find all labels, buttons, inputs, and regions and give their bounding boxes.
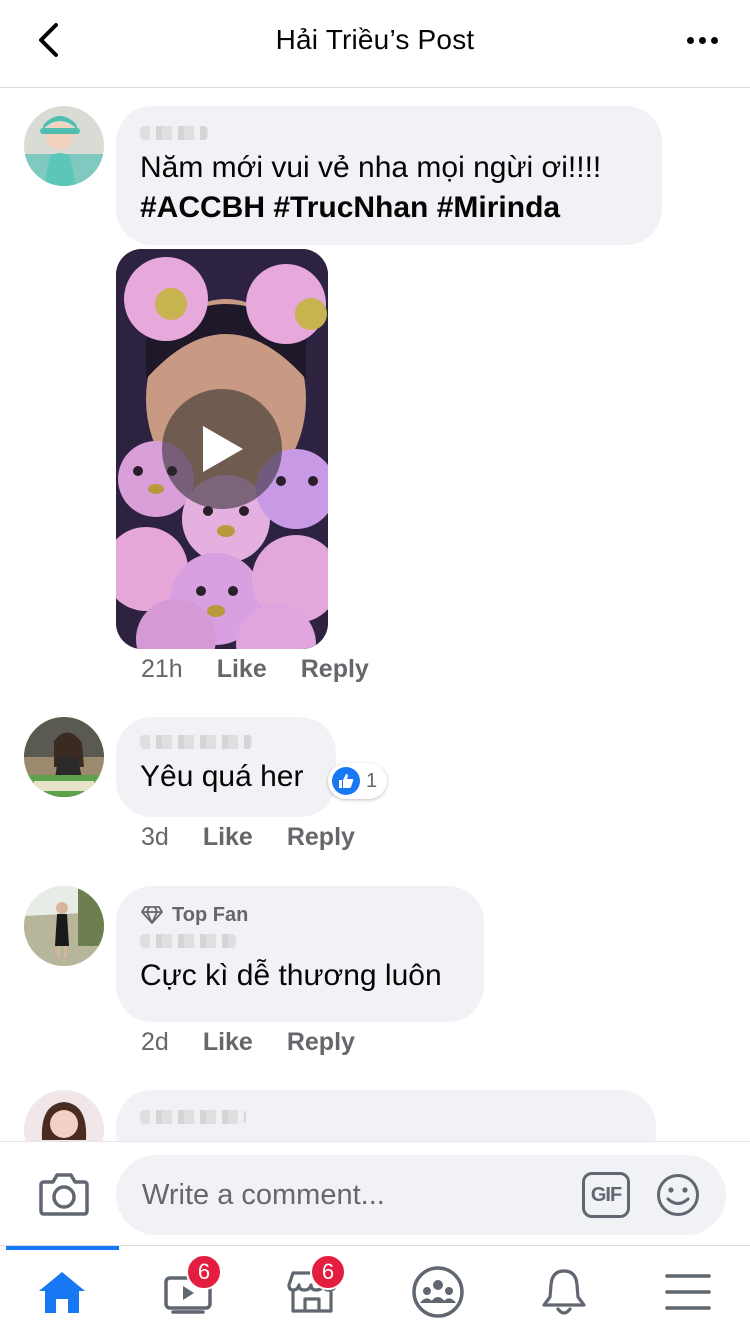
comment-actions: 3d Like Reply <box>141 823 355 852</box>
menu-icon <box>665 1274 711 1310</box>
tab-groups[interactable] <box>408 1262 468 1322</box>
reaction-summary[interactable]: 1 <box>328 763 388 799</box>
more-icon-dot <box>710 36 718 44</box>
top-fan-label: Top Fan <box>172 903 249 926</box>
post-header: Hải Triều’s Post <box>0 0 750 88</box>
diamond-icon <box>141 906 163 924</box>
comment-bubble: Yêu quá her <box>116 717 336 817</box>
top-fan-badge: Top Fan <box>140 902 460 928</box>
like-link[interactable]: Like <box>203 1028 253 1057</box>
watch-notification-badge: 6 <box>186 1254 222 1290</box>
bell-icon <box>542 1269 586 1315</box>
sticker-button[interactable] <box>656 1173 700 1217</box>
gif-icon: GIF <box>590 1183 622 1206</box>
comment-bubble: Top Fan Cực kì dễ thương luôn <box>116 886 484 1022</box>
tab-home[interactable] <box>32 1262 92 1322</box>
like-link[interactable]: Like <box>203 823 253 852</box>
comment-text: Cực kì dễ thương luôn <box>140 959 442 992</box>
comment-author-redacted <box>140 1110 632 1132</box>
play-icon <box>203 426 243 472</box>
comment-time: 3d <box>141 823 169 851</box>
comment-time: 21h <box>141 655 183 683</box>
avatar[interactable] <box>24 886 104 966</box>
tab-notifications[interactable] <box>534 1262 594 1322</box>
camera-button[interactable] <box>38 1170 90 1218</box>
play-button[interactable] <box>162 389 282 509</box>
comment-author-redacted <box>140 735 312 757</box>
reply-link[interactable]: Reply <box>287 823 355 852</box>
comment-video[interactable] <box>116 249 328 649</box>
active-tab-indicator <box>6 1246 119 1250</box>
groups-icon <box>412 1266 464 1318</box>
comment-bubble <box>116 1090 656 1141</box>
avatar[interactable] <box>24 717 104 797</box>
reaction-count: 1 <box>366 769 378 792</box>
comment-author-redacted <box>140 934 460 956</box>
avatar[interactable] <box>24 1090 104 1141</box>
tab-menu[interactable] <box>658 1262 718 1322</box>
comment-bubble: Năm mới vui vẻ nha mọi ngừi ơi!!!! #ACCB… <box>116 106 662 245</box>
comment-hashtags[interactable]: #ACCBH #TrucNhan #Mirinda <box>140 188 638 228</box>
more-icon-dot <box>698 36 706 44</box>
camera-icon <box>39 1173 89 1216</box>
home-icon <box>39 1272 85 1313</box>
page-title: Hải Triều’s Post <box>275 24 475 55</box>
more-icon <box>686 36 694 44</box>
bottom-nav: 6 6 <box>0 1245 750 1334</box>
gif-button[interactable]: GIF <box>582 1172 630 1218</box>
tab-watch[interactable]: 6 <box>158 1254 222 1322</box>
comment-input[interactable] <box>116 1155 726 1235</box>
reply-link[interactable]: Reply <box>287 1028 355 1057</box>
reply-link[interactable]: Reply <box>301 655 369 684</box>
comment-text: Yêu quá her <box>140 760 304 793</box>
more-options-button[interactable] <box>682 24 722 56</box>
comment-text: Năm mới vui vẻ nha mọi ngừi ơi!!!! <box>140 151 602 184</box>
like-reaction-icon <box>332 767 360 795</box>
comments-list: Năm mới vui vẻ nha mọi ngừi ơi!!!! #ACCB… <box>0 89 750 1141</box>
comment-actions: 2d Like Reply <box>141 1028 355 1057</box>
comment-composer: GIF <box>0 1141 750 1245</box>
smiley-icon <box>657 1174 699 1216</box>
marketplace-notification-badge: 6 <box>310 1254 346 1290</box>
like-link[interactable]: Like <box>217 655 267 684</box>
avatar[interactable] <box>24 106 104 186</box>
comment-author-redacted <box>140 126 638 148</box>
comment-time: 2d <box>141 1028 169 1056</box>
comment-actions: 21h Like Reply <box>141 655 369 684</box>
tab-marketplace[interactable]: 6 <box>282 1254 346 1322</box>
